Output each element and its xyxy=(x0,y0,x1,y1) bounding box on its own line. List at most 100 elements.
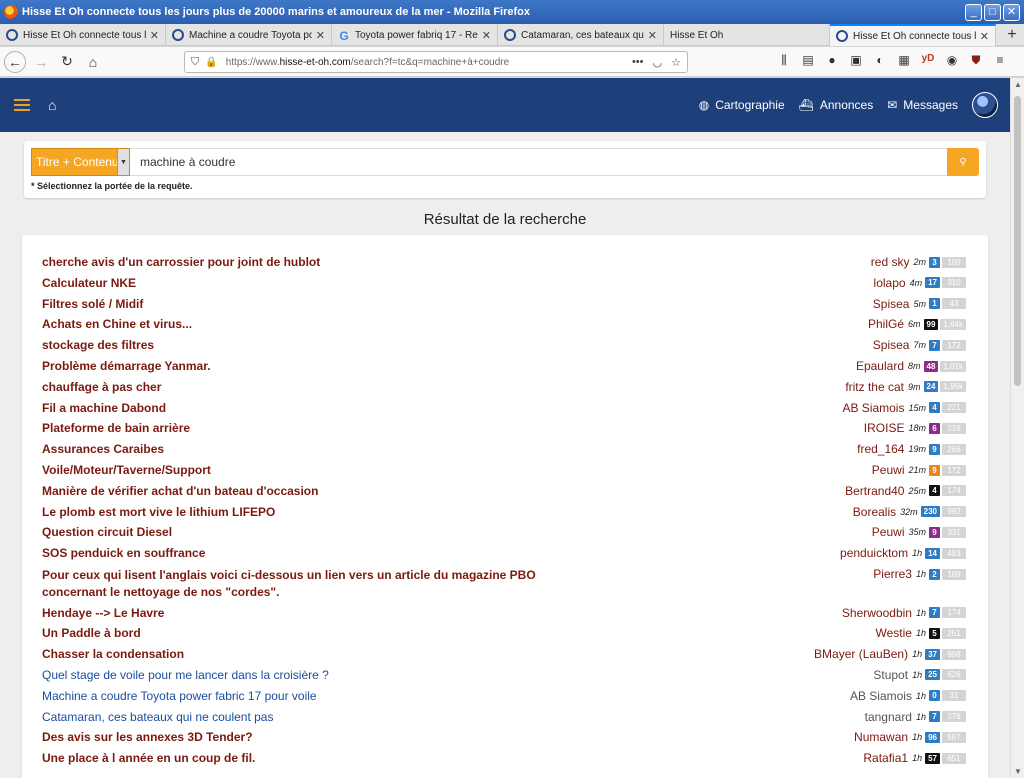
result-subject-link[interactable]: Problème démarrage Yanmar. xyxy=(42,359,211,373)
account-icon[interactable]: ● xyxy=(824,53,840,68)
extension-chat-icon[interactable]: ◉ xyxy=(944,53,960,68)
result-meta: Stupot 1h 25 626 xyxy=(873,668,966,682)
maximize-button[interactable]: □ xyxy=(984,3,1001,21)
library-icon[interactable]: ⫼ xyxy=(776,53,792,68)
result-subject-link[interactable]: chauffage à pas cher xyxy=(42,380,161,394)
result-author-link[interactable]: AB Siamois xyxy=(850,689,912,703)
result-subject-link[interactable]: Voile/Moteur/Taverne/Support xyxy=(42,463,211,477)
scrollbar-thumb[interactable] xyxy=(1014,96,1021,386)
hamburger-menu-icon[interactable] xyxy=(14,99,30,111)
result-author-link[interactable]: red sky xyxy=(871,255,910,269)
result-subject-link[interactable]: SOS penduick en souffrance xyxy=(42,546,205,560)
close-tab-icon[interactable]: ✕ xyxy=(316,29,325,42)
result-author-link[interactable]: Bertrand40 xyxy=(845,484,904,498)
close-tab-icon[interactable]: ✕ xyxy=(482,29,491,42)
page-scrollbar[interactable]: ▲ ▼ xyxy=(1010,78,1024,778)
menu-icon[interactable]: ≡ xyxy=(992,53,1008,68)
minimize-button[interactable]: _ xyxy=(965,3,982,21)
result-subject-link[interactable]: stockage des filtres xyxy=(42,338,154,352)
home-icon[interactable]: ⌂ xyxy=(48,97,56,113)
bookmark-star-icon[interactable]: ☆ xyxy=(671,56,681,69)
result-subject-link[interactable]: Assurances Caraibes xyxy=(42,442,164,456)
result-author-link[interactable]: fred_164 xyxy=(857,442,904,456)
result-subject-link[interactable]: Catamaran, ces bateaux qui ne coulent pa… xyxy=(42,710,273,724)
result-author-link[interactable]: Peuwi xyxy=(872,463,905,477)
url-text[interactable]: https://www.hisse-et-oh.com/search?f=tc&… xyxy=(226,57,632,68)
search-scope-select[interactable]: Titre + Contenu ▼ xyxy=(31,148,130,176)
scroll-down-icon[interactable]: ▼ xyxy=(1011,767,1024,776)
result-subject-link[interactable]: Chasser la condensation xyxy=(42,647,184,661)
result-author-link[interactable]: Peuwi xyxy=(872,525,905,539)
browser-tab[interactable]: Hisse Et Oh connecte tous le ✕ xyxy=(0,24,166,46)
extension-grid-icon[interactable]: ▦ xyxy=(896,53,912,68)
result-author-link[interactable]: tangnard xyxy=(865,710,912,724)
chevron-down-icon[interactable]: ▼ xyxy=(117,149,129,175)
close-tab-icon[interactable]: ✕ xyxy=(980,30,989,43)
nav-messages[interactable]: ✉ Messages xyxy=(887,98,958,112)
browser-tab[interactable]: Catamaran, ces bateaux qui ✕ xyxy=(498,24,664,46)
search-input[interactable]: machine à coudre xyxy=(130,148,948,176)
lock-icon[interactable]: 🔒 xyxy=(205,57,217,68)
search-button[interactable]: ⚲ xyxy=(947,148,979,176)
result-author-link[interactable]: Ratafia1 xyxy=(863,751,908,765)
result-subject-link[interactable]: Filtres solé / Midif xyxy=(42,297,143,311)
page-actions-icon[interactable]: ••• xyxy=(632,56,644,69)
result-subject-link[interactable]: Achats en Chine et virus... xyxy=(42,317,192,331)
result-author-link[interactable]: Numawan xyxy=(854,730,908,744)
user-avatar[interactable] xyxy=(972,92,998,118)
result-subject-link[interactable]: Hendaye --> Le Havre xyxy=(42,606,164,620)
nav-cartographie[interactable]: ◍ Cartographie xyxy=(699,98,785,112)
result-subject-link[interactable]: Plateforme de bain arrière xyxy=(42,421,190,435)
result-author-link[interactable]: Epaulard xyxy=(856,359,904,373)
browser-tab[interactable]: Hisse Et Oh xyxy=(664,24,830,46)
home-button[interactable]: ⌂ xyxy=(82,51,104,73)
reload-button[interactable]: ↻ xyxy=(56,51,78,73)
result-author-link[interactable]: AB Siamois xyxy=(842,401,904,415)
result-author-link[interactable]: Spisea xyxy=(873,297,910,311)
tracking-shield-icon[interactable]: ⛉ xyxy=(191,56,199,69)
close-window-button[interactable]: ✕ xyxy=(1003,3,1020,21)
result-subject-link[interactable]: Un Paddle à bord xyxy=(42,626,141,640)
result-subject-link[interactable]: Quel stage de voile pour me lancer dans … xyxy=(42,668,329,682)
close-tab-icon[interactable]: ✕ xyxy=(648,29,657,42)
result-subject-link[interactable]: Manière de vérifier achat d'un bateau d'… xyxy=(42,484,318,498)
result-author-link[interactable]: BMayer (LauBen) xyxy=(814,647,908,661)
result-author-link[interactable]: Spisea xyxy=(873,338,910,352)
result-row: chauffage à pas cher fritz the cat 9m 24 1,9… xyxy=(42,380,966,400)
result-subject-link[interactable]: cherche avis d'un carrossier pour joint … xyxy=(42,255,320,269)
nav-annonces[interactable]: ⛴ Annonces xyxy=(799,98,874,112)
result-subject-link[interactable]: Des avis sur les annexes 3D Tender? xyxy=(42,730,253,744)
extension-yd-icon[interactable]: yD xyxy=(920,53,936,68)
result-subject-link[interactable]: Une place à l année en un coup de fil. xyxy=(42,751,255,765)
forward-button[interactable]: → xyxy=(30,51,52,73)
ublock-icon[interactable]: ⛊ xyxy=(968,53,984,68)
result-subject-link[interactable]: Pour ceux qui lisent l'anglais voici ci-… xyxy=(42,567,582,601)
result-author-link[interactable]: Pierre3 xyxy=(873,567,912,581)
result-subject-link[interactable]: Le plomb est mort vive le lithium LIFEPO xyxy=(42,505,275,519)
screenshot-icon[interactable]: ▣ xyxy=(848,53,864,68)
result-author-link[interactable]: PhilGé xyxy=(868,317,904,331)
scroll-up-icon[interactable]: ▲ xyxy=(1011,80,1024,89)
pocket-icon[interactable]: ◡ xyxy=(653,56,663,69)
result-author-link[interactable]: Westie xyxy=(876,626,912,640)
new-tab-button[interactable]: + xyxy=(1000,24,1024,45)
result-subject-link[interactable]: Machine a coudre Toyota power fabric 17 … xyxy=(42,689,317,703)
close-tab-icon[interactable]: ✕ xyxy=(150,29,159,42)
browser-tab[interactable]: Machine a coudre Toyota po ✕ xyxy=(166,24,332,46)
result-author-link[interactable]: lolapo xyxy=(874,276,906,290)
result-author-link[interactable]: IROISE xyxy=(864,421,905,435)
sidebar-icon[interactable]: ▤ xyxy=(800,53,816,68)
result-subject-link[interactable]: Fil a machine Dabond xyxy=(42,401,166,415)
result-author-link[interactable]: fritz the cat xyxy=(845,380,904,394)
back-button[interactable]: ← xyxy=(4,50,26,73)
result-subject-link[interactable]: Calculateur NKE xyxy=(42,276,136,290)
result-author-link[interactable]: Stupot xyxy=(873,668,908,682)
result-author-link[interactable]: Borealis xyxy=(853,505,896,519)
url-bar[interactable]: ⛉ 🔒 https://www.hisse-et-oh.com/search?f… xyxy=(184,51,688,73)
browser-tab[interactable]: Hisse Et Oh connecte tous le ✕ xyxy=(830,24,996,46)
result-author-link[interactable]: penduicktom xyxy=(840,546,908,560)
browser-tab[interactable]: G Toyota power fabriq 17 - Rec ✕ xyxy=(332,24,498,46)
result-author-link[interactable]: Sherwoodbin xyxy=(842,606,912,620)
extension-icon[interactable]: ◐ xyxy=(872,53,888,68)
result-subject-link[interactable]: Question circuit Diesel xyxy=(42,525,172,539)
